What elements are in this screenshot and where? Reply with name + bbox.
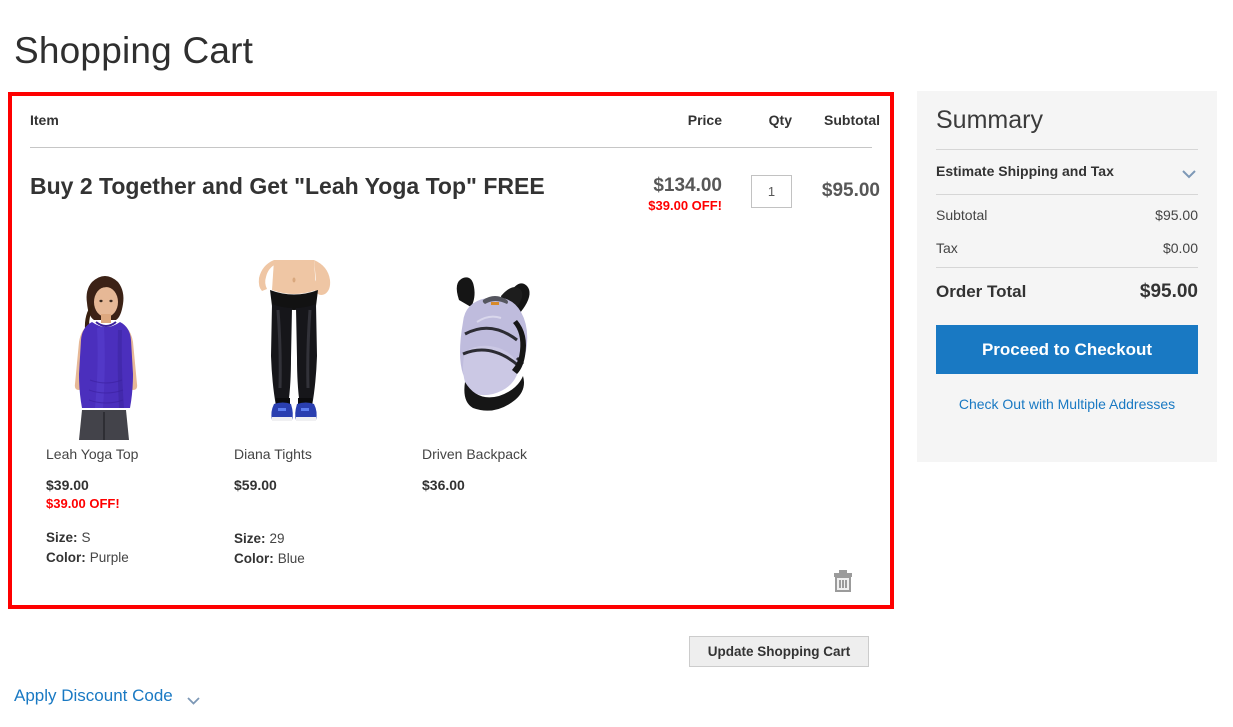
row-qty-cell bbox=[730, 175, 792, 208]
cart-table-header: Item Price Qty Subtotal bbox=[30, 96, 880, 148]
proceed-to-checkout-button[interactable]: Proceed to Checkout bbox=[936, 325, 1198, 374]
bundle-products-strip: + bbox=[30, 260, 660, 440]
option-value: Blue bbox=[277, 551, 305, 566]
chevron-down-icon bbox=[187, 692, 200, 705]
bundle-detail-2: Diana Tights $59.00 Size: 29 Color: Blue bbox=[234, 445, 414, 569]
trash-icon[interactable] bbox=[832, 569, 854, 593]
shopping-cart-page: Shopping Cart Item Price Qty Subtotal Bu… bbox=[0, 0, 1233, 727]
row-price-cell: $134.00 $39.00 OFF! bbox=[630, 174, 722, 214]
row-subtotal: $95.00 bbox=[821, 180, 880, 201]
product-name: Leah Yoga Top bbox=[46, 446, 139, 462]
yoga-top-model-illustration bbox=[30, 260, 180, 440]
backpack-illustration bbox=[405, 260, 555, 440]
product-option-color: Color: Blue bbox=[234, 549, 414, 569]
order-total-label: Order Total bbox=[936, 282, 1027, 301]
product-price: $39.00 bbox=[46, 477, 89, 493]
update-shopping-cart-button[interactable]: Update Shopping Cart bbox=[689, 636, 869, 667]
product-option-size: Size: S bbox=[46, 528, 226, 548]
quantity-input[interactable] bbox=[751, 175, 792, 208]
bundle-product-image-3[interactable] bbox=[405, 260, 555, 440]
column-header-qty: Qty bbox=[768, 112, 792, 128]
bundle-detail-1: Leah Yoga Top $39.00 $39.00 OFF! Size: S … bbox=[46, 445, 226, 568]
driven-backpack-image bbox=[405, 260, 555, 440]
table-row: Buy 2 Together and Get "Leah Yoga Top" F… bbox=[30, 148, 880, 603]
diana-tights-image bbox=[218, 260, 368, 440]
option-label: Color: bbox=[46, 550, 86, 565]
product-name: Driven Backpack bbox=[422, 446, 528, 462]
product-options: Size: S Color: Purple bbox=[46, 528, 226, 568]
row-price: $134.00 bbox=[653, 175, 722, 196]
divider bbox=[936, 194, 1198, 195]
tax-value: $0.00 bbox=[1162, 240, 1198, 256]
bundle-product-details: Leah Yoga Top $39.00 $39.00 OFF! Size: S … bbox=[30, 445, 670, 585]
leah-yoga-top-image bbox=[30, 260, 180, 440]
bundle-product-image-2[interactable] bbox=[218, 260, 368, 440]
order-total-row: Order Total $95.00 bbox=[936, 268, 1198, 318]
order-total-value: $95.00 bbox=[1139, 281, 1198, 302]
subtotal-value: $95.00 bbox=[1155, 207, 1198, 223]
option-value: S bbox=[81, 530, 91, 545]
estimate-shipping-toggle[interactable]: Estimate Shipping and Tax bbox=[936, 150, 1198, 194]
option-label: Size: bbox=[234, 531, 266, 546]
subtotal-label: Subtotal bbox=[936, 207, 988, 223]
chevron-down-icon bbox=[1182, 166, 1196, 179]
product-name: Diana Tights bbox=[234, 446, 312, 462]
apply-discount-code-label: Apply Discount Code bbox=[14, 686, 173, 705]
cart-items-panel: Item Price Qty Subtotal Buy 2 Together a… bbox=[8, 92, 894, 609]
tights-model-illustration bbox=[218, 260, 368, 440]
column-header-item: Item bbox=[30, 112, 59, 128]
bundle-detail-3: Driven Backpack $36.00 bbox=[422, 445, 602, 495]
row-price-discount: $39.00 OFF! bbox=[648, 198, 722, 213]
column-header-subtotal: Subtotal bbox=[824, 112, 880, 128]
bundle-product-name: Buy 2 Together and Get "Leah Yoga Top" F… bbox=[30, 173, 545, 199]
bundle-images: + bbox=[30, 260, 660, 440]
subtotal-row: Subtotal $95.00 bbox=[936, 201, 1198, 234]
column-header-price: Price bbox=[687, 112, 722, 128]
tax-row: Tax $0.00 bbox=[936, 234, 1198, 267]
option-label: Size: bbox=[46, 530, 78, 545]
summary-title: Summary bbox=[936, 106, 1043, 134]
tax-label: Tax bbox=[936, 240, 958, 256]
estimate-shipping-label: Estimate Shipping and Tax bbox=[936, 163, 1114, 179]
apply-discount-code-toggle[interactable]: Apply Discount Code bbox=[14, 686, 200, 706]
summary-panel: Summary Estimate Shipping and Tax Subtot… bbox=[917, 91, 1217, 462]
product-discount: $39.00 OFF! bbox=[46, 496, 120, 511]
product-price: $36.00 bbox=[422, 477, 465, 493]
cart-table: Item Price Qty Subtotal Buy 2 Together a… bbox=[12, 96, 890, 603]
product-option-color: Color: Purple bbox=[46, 548, 226, 568]
bundle-product-image-1[interactable] bbox=[30, 260, 180, 440]
option-value: Purple bbox=[89, 550, 129, 565]
checkout-multiple-addresses-link[interactable]: Check Out with Multiple Addresses bbox=[936, 396, 1198, 412]
option-value: 29 bbox=[269, 531, 285, 546]
option-label: Color: bbox=[234, 551, 274, 566]
product-option-size: Size: 29 bbox=[234, 529, 414, 549]
product-options: Size: 29 Color: Blue bbox=[234, 529, 414, 569]
page-title: Shopping Cart bbox=[14, 29, 254, 71]
product-price: $59.00 bbox=[234, 477, 277, 493]
